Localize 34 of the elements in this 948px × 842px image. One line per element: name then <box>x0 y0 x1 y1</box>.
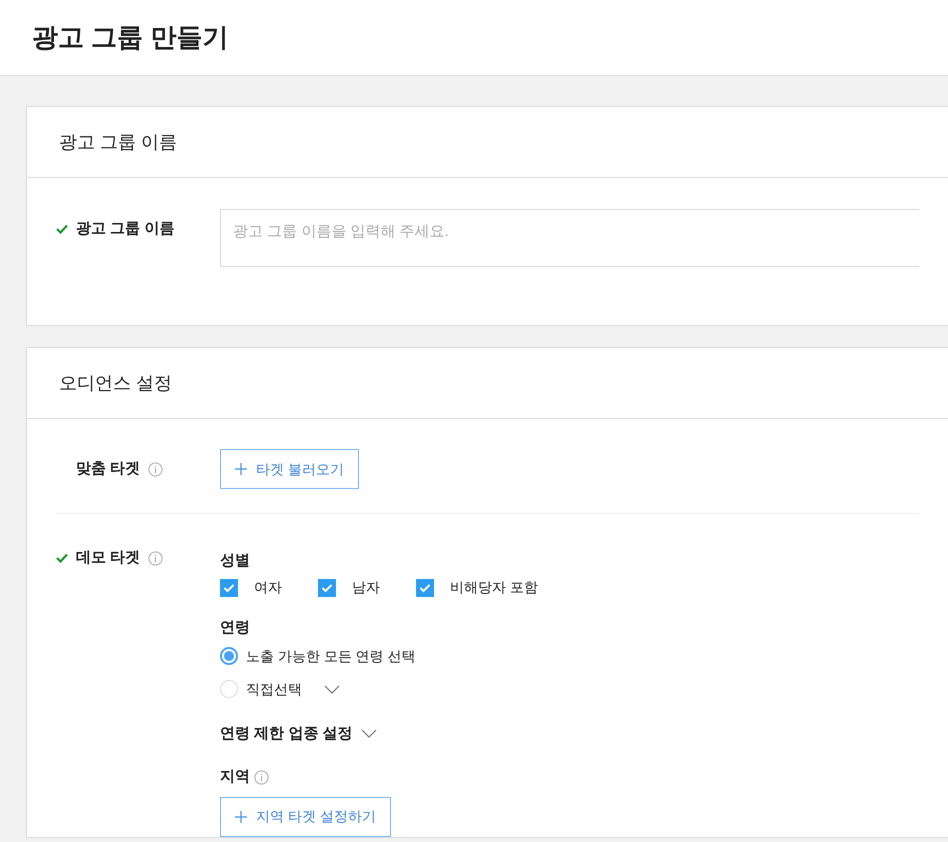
info-icon[interactable] <box>148 462 164 476</box>
checkbox[interactable] <box>220 578 238 596</box>
field-label: 맞춤 타겟 <box>76 458 140 479</box>
outline-button[interactable]: 지역 타겟 설정하기 <box>220 796 391 836</box>
group-title: 연령 <box>220 618 251 638</box>
chevron-down-icon[interactable] <box>324 684 340 694</box>
radio-button[interactable] <box>220 647 238 665</box>
plus-icon <box>235 810 247 822</box>
plus-icon <box>235 463 247 475</box>
checkbox-label[interactable]: 비해당자 포함 <box>450 577 538 598</box>
group-title: 지역 <box>220 767 250 787</box>
checkbox-label[interactable]: 여자 <box>254 577 282 598</box>
check-icon <box>56 553 68 563</box>
radio-label[interactable]: 직접선택 <box>246 678 302 700</box>
field-label: 광고 그룹 이름 <box>76 218 174 239</box>
radio-label[interactable]: 노출 가능한 모든 연령 선택 <box>246 646 416 666</box>
expander-label[interactable]: 연령 제한 업종 설정 <box>220 722 353 745</box>
checkbox[interactable] <box>416 578 434 596</box>
checkmark-icon <box>419 582 431 592</box>
info-icon[interactable] <box>254 770 269 785</box>
page-title: 광고 그룹 만들기 <box>32 21 228 54</box>
info-icon[interactable] <box>148 550 164 566</box>
checkbox-label[interactable]: 남자 <box>352 577 380 598</box>
input-field[interactable]: 광고 그룹 이름을 입력해 주세요. <box>220 209 919 267</box>
outline-button[interactable]: 타겟 불러오기 <box>220 449 359 489</box>
checkmark-icon <box>321 582 333 592</box>
chevron-down-icon[interactable] <box>360 729 377 738</box>
checkbox[interactable] <box>318 578 336 596</box>
group-title: 성별 <box>220 551 251 570</box>
section-title: 광고 그룹 이름 <box>59 130 178 154</box>
checkmark-icon <box>223 582 235 592</box>
check-icon <box>56 224 68 234</box>
field-label: 데모 타겟 <box>76 548 140 568</box>
section-title: 오디언스 설정 <box>59 372 172 394</box>
